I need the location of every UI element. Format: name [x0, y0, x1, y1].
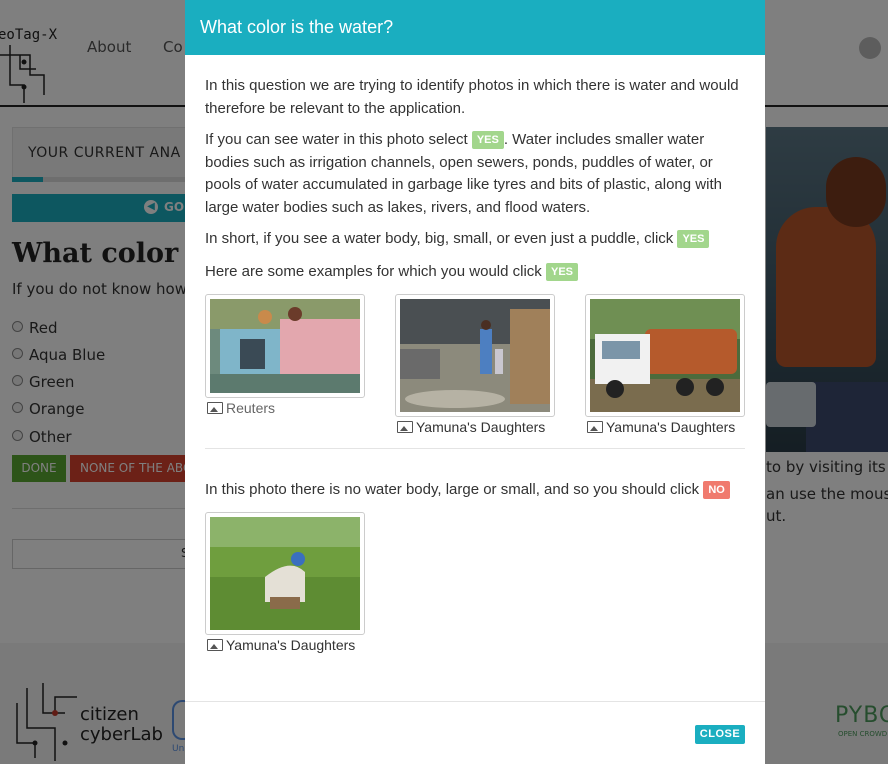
photo-credit-link[interactable]: Yamuna's Daughters [207, 637, 355, 653]
summary-paragraph: In short, if you see a water body, big, … [205, 228, 745, 251]
yes-badge: YES [677, 230, 710, 248]
section-divider [205, 448, 745, 449]
puddle-photo [400, 299, 550, 412]
photo-credit-link[interactable]: Yamuna's Daughters [397, 419, 545, 435]
no-badge: NO [703, 481, 730, 499]
yes-badge: YES [545, 263, 578, 281]
help-modal: What color is the water? In this questio… [185, 0, 765, 764]
grass-photo [210, 517, 360, 630]
flood-photo [210, 299, 360, 393]
no-example-thumbnail[interactable] [205, 512, 365, 635]
yes-example-thumbnail[interactable] [205, 294, 365, 398]
image-icon [587, 421, 603, 433]
credit-text: Yamuna's Daughters [416, 419, 546, 435]
no-text: In this photo there is no water body, la… [205, 481, 704, 498]
intro-paragraph: In this question we are trying to identi… [205, 77, 739, 117]
credit-text: Yamuna's Daughters [226, 637, 356, 653]
credit-text: Yamuna's Daughters [606, 419, 736, 435]
tanker-photo [590, 299, 740, 412]
yes-example-thumbnail[interactable] [395, 294, 555, 417]
p4-text: Here are some examples for which you wou… [205, 263, 546, 280]
photo-credit-link[interactable]: Yamuna's Daughters [587, 419, 735, 435]
image-icon [207, 639, 223, 651]
image-icon [397, 421, 413, 433]
close-button[interactable]: CLOSE [695, 725, 745, 744]
photo-credit: Reuters [207, 400, 275, 416]
p3-text: In short, if you see a water body, big, … [205, 230, 678, 247]
yes-examples-intro: Here are some examples for which you wou… [205, 261, 745, 284]
modal-title: What color is the water? [200, 17, 394, 37]
modal-footer-divider [185, 701, 765, 702]
yes-example-thumbnail[interactable] [585, 294, 745, 417]
p2-text-before: If you can see water in this photo selec… [205, 131, 472, 148]
water-definition-paragraph: If you can see water in this photo selec… [205, 129, 745, 219]
image-icon [207, 402, 223, 414]
credit-text: Reuters [226, 400, 276, 416]
no-example-paragraph: In this photo there is no water body, la… [205, 479, 745, 502]
modal-header: What color is the water? [185, 0, 765, 55]
yes-badge: YES [471, 131, 504, 149]
